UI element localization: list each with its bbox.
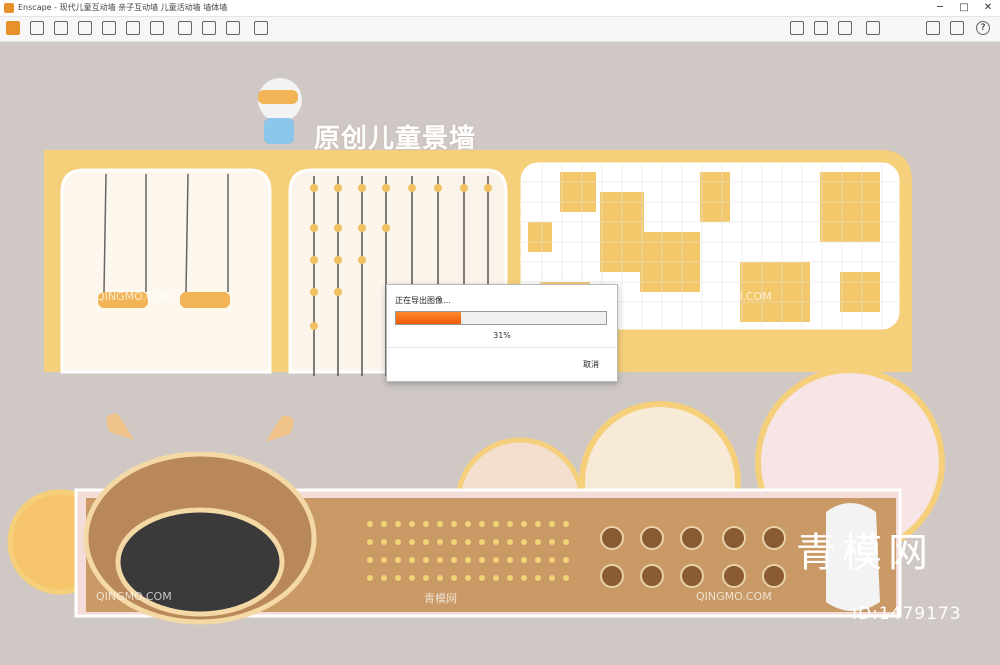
progress-bar [395,311,607,325]
minimize-button[interactable]: ─ [928,0,952,16]
home-icon[interactable] [6,21,20,35]
eye-icon[interactable] [926,21,940,35]
list-icon[interactable] [54,21,68,35]
watermark-logo: 青模网 [796,530,934,576]
scene-title: 原创儿童景墙 [314,124,477,154]
asset-library-icon[interactable] [790,21,804,35]
gamepad-icon[interactable] [78,21,92,35]
window-title: Enscape - 现代儿童互动墙 亲子互动墙 儿童活动墙 墙体墙 [18,3,228,12]
cloud-icon[interactable] [838,21,852,35]
close-button[interactable]: ✕ [976,0,1000,16]
dialog-divider [387,347,617,348]
settings-icon[interactable] [950,21,964,35]
watermark-id: ID:1479173 [852,604,962,624]
grid-icon[interactable] [226,21,240,35]
progress-fill [396,312,462,324]
enscape-logo-icon [4,3,14,13]
video-icon[interactable] [814,21,828,35]
watermark: QINGMO.COM [696,590,772,603]
cancel-button[interactable]: 取消 [583,359,599,370]
watermark: QINGMO.COM [696,290,772,303]
render-viewport[interactable]: 原创儿童景墙 QINGMO.COM QINGMO.COM 青模网 QINGMO.… [0,42,1000,665]
progress-percent: 31% [493,331,511,340]
help-icon[interactable]: ? [976,21,990,35]
binoculars-icon[interactable] [102,21,116,35]
gallery-icon[interactable] [202,21,216,35]
view-icon[interactable] [866,21,880,35]
export-progress-dialog: 正在导出图像… 31% 取消 [386,284,618,382]
watermark: QINGMO.COM [96,590,172,603]
cube-icon[interactable] [126,21,140,35]
title-bar: Enscape - 现代儿童互动墙 亲子互动墙 儿童活动墙 墙体墙 ─ □ ✕ [0,0,1000,17]
export-icon[interactable] [254,21,268,35]
camera-icon[interactable] [178,21,192,35]
dialog-title: 正在导出图像… [395,296,451,305]
maximize-button[interactable]: □ [952,0,976,16]
brush-icon[interactable] [30,21,44,35]
watermark: 青模网 [424,592,457,605]
watermark: QINGMO.COM [96,290,172,303]
toolbar: ? [0,17,1000,42]
pen-icon[interactable] [150,21,164,35]
